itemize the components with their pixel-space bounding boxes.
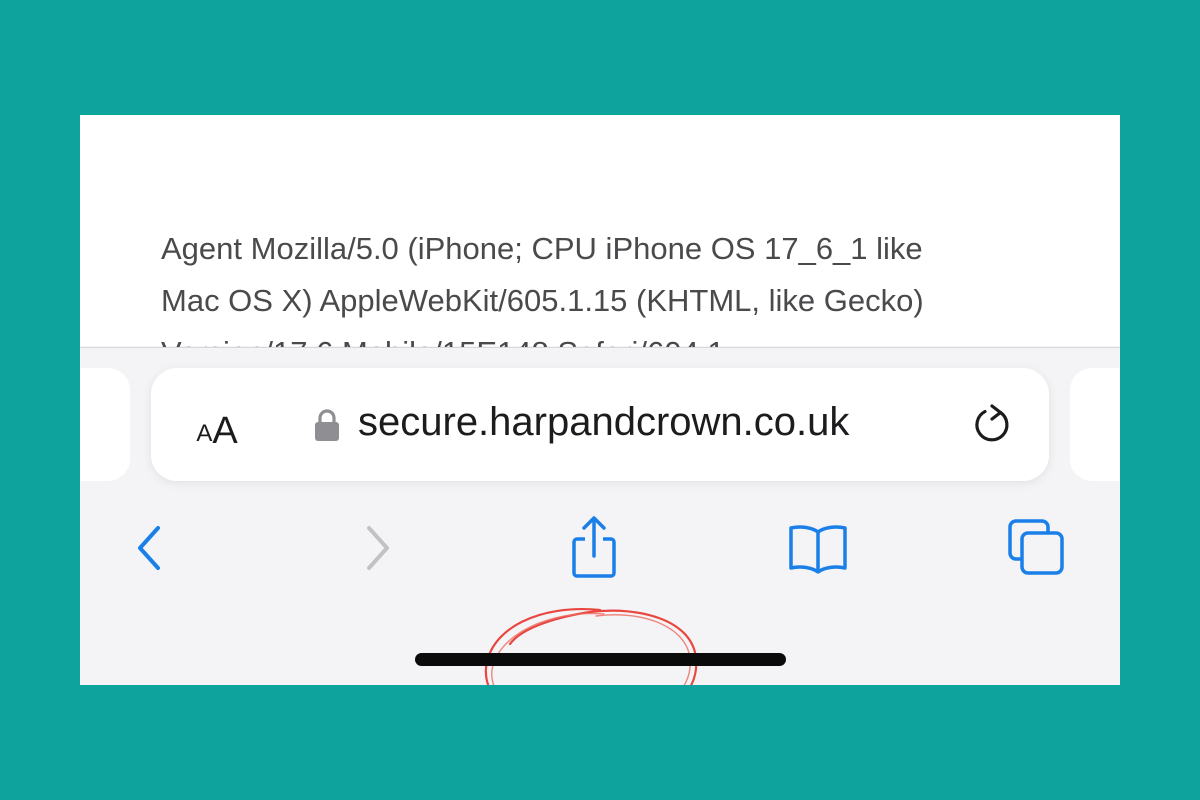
lock-icon — [315, 409, 339, 441]
address-bar[interactable]: A A secure.harpandcrown.co.uk — [151, 368, 1049, 481]
previous-tab-address-bar[interactable] — [80, 368, 130, 481]
back-button[interactable] — [120, 513, 180, 583]
next-tab-address-bar[interactable] — [1070, 368, 1120, 481]
aa-small-letter: A — [196, 420, 213, 447]
tabs-icon — [1008, 519, 1064, 575]
url-text[interactable]: secure.harpandcrown.co.uk — [358, 400, 849, 445]
bookmarks-button[interactable] — [783, 513, 853, 583]
home-indicator[interactable] — [415, 653, 786, 666]
forward-icon — [367, 526, 389, 570]
forward-button[interactable] — [347, 513, 407, 583]
back-icon — [138, 526, 160, 570]
page-settings-button[interactable]: A A — [187, 398, 247, 450]
share-button[interactable] — [564, 513, 624, 583]
bookmarks-icon — [789, 525, 847, 574]
reload-icon[interactable] — [970, 403, 1014, 447]
aa-big-letter: A — [212, 410, 238, 452]
browser-screen: Agent Mozilla/5.0 (iPhone; CPU iPhone OS… — [80, 115, 1120, 685]
tabs-button[interactable] — [1002, 513, 1072, 583]
safari-bottom-toolbar: A A secure.harpandcrown.co.uk — [80, 347, 1120, 685]
share-icon — [572, 516, 616, 578]
red-circle-annotation — [484, 608, 698, 685]
